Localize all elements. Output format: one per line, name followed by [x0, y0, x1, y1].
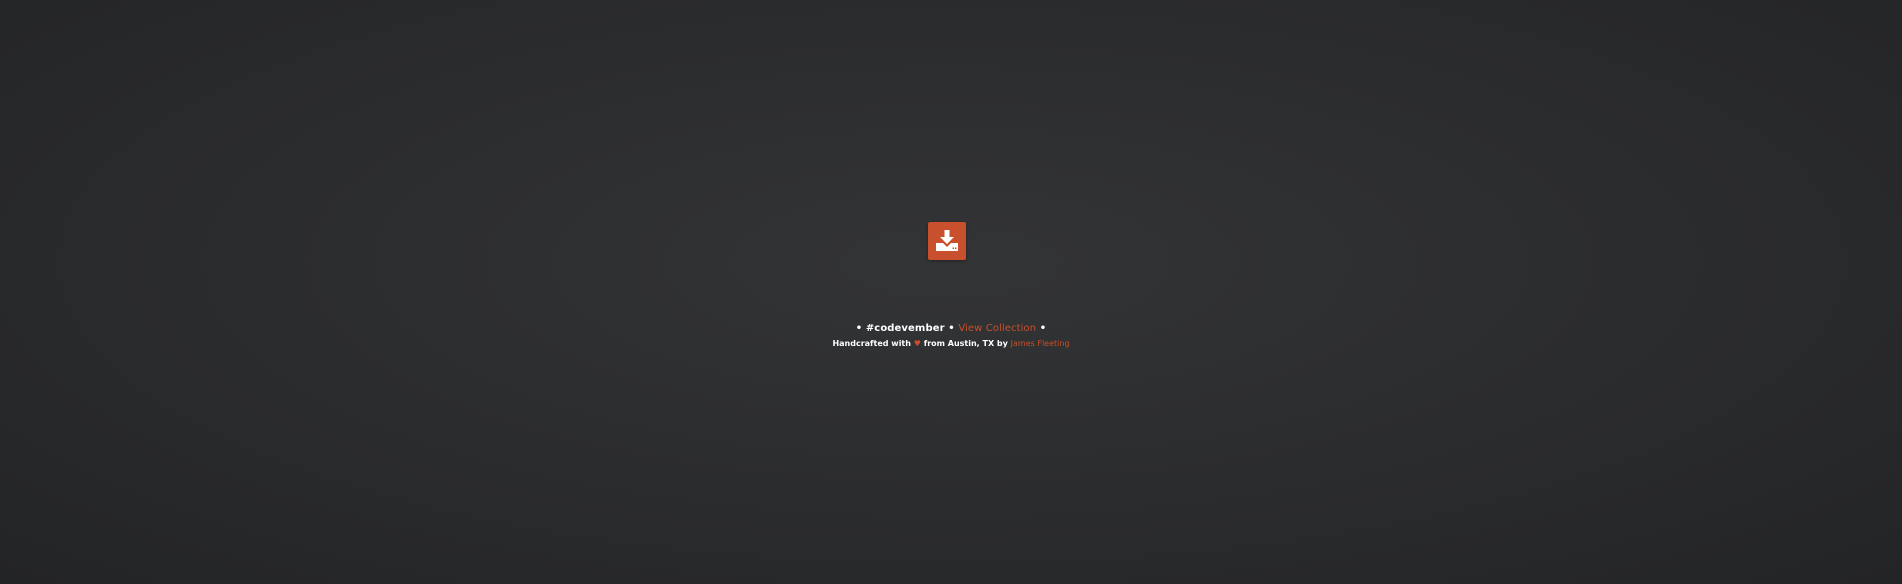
footer: • #codevember • View Collection • Handcr… — [0, 322, 1902, 350]
download-button[interactable] — [928, 222, 966, 260]
author-link[interactable]: James Fleeting — [1011, 339, 1070, 348]
view-collection-link[interactable]: View Collection — [958, 323, 1036, 334]
hashtag-text: #codevember — [865, 323, 945, 334]
heart-icon: ♥ — [913, 339, 921, 348]
download-icon — [935, 230, 959, 252]
bullet: • — [948, 323, 955, 334]
bullet: • — [855, 323, 863, 334]
credits-line: Handcrafted with ♥ from Austin, TX by Ja… — [0, 338, 1902, 350]
codevember-line: • #codevember • View Collection • — [0, 322, 1902, 336]
bullet: • — [1039, 323, 1047, 334]
location-text: from Austin, TX by — [923, 339, 1008, 348]
handcrafted-text: Handcrafted with — [832, 339, 911, 348]
